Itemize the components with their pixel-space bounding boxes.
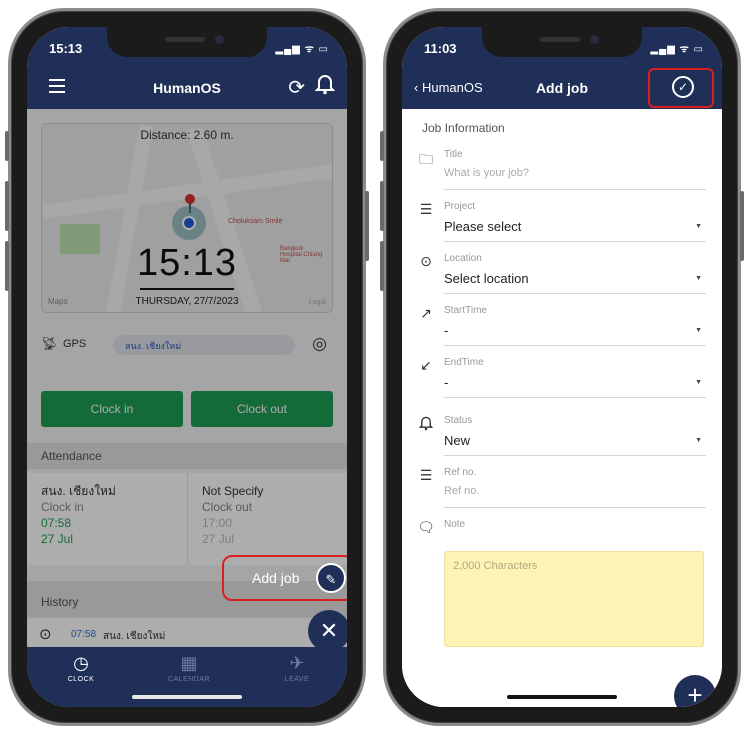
status-time: 11:03: [424, 41, 457, 56]
mute-switch: [5, 131, 9, 161]
notch: [107, 27, 267, 57]
add-job-button[interactable]: ✎: [316, 563, 346, 593]
home-indicator[interactable]: [132, 695, 242, 699]
field-label: StartTime: [444, 305, 487, 316]
field-label: Note: [444, 519, 466, 530]
refresh-icon[interactable]: ⟳: [288, 75, 305, 100]
field-label: Location: [444, 253, 482, 264]
tab-label: LEAVE: [284, 676, 310, 683]
project-select[interactable]: ☰ Project Please select ▼: [416, 201, 706, 245]
screen: 11:03 ▂▄▆ ᯤ ▭ ‹ HumanOS Add job ✓ Job In…: [402, 27, 722, 707]
add-job-form: Job Information 🗀︎ Title What is your jo…: [402, 109, 722, 707]
chevron-down-icon: ▼: [695, 327, 702, 334]
tab-clock[interactable]: ◷ CLOCK: [41, 653, 121, 683]
status-value: New: [444, 433, 471, 448]
arrow-down-left-icon: ↙: [420, 357, 432, 373]
field-label: Project: [444, 201, 476, 212]
volume-up-button: [380, 181, 384, 231]
status-indicators-icon: ▂▄▆ ᯤ ▭: [650, 44, 704, 55]
clock-icon: ◷: [73, 653, 89, 673]
chevron-down-icon: ▼: [695, 379, 702, 386]
tab-label: CLOCK: [67, 676, 95, 683]
tab-leave[interactable]: ✈ LEAVE: [257, 653, 337, 683]
section-title: Job Information: [422, 121, 505, 135]
tab-label: CALENDAR: [167, 676, 211, 683]
note-textarea[interactable]: 2,000 Characters: [444, 551, 704, 647]
status-time: 15:13: [49, 41, 83, 56]
power-button: [365, 191, 369, 261]
power-button: [740, 191, 744, 261]
list-icon: ☰: [419, 201, 433, 217]
project-value: Please select: [444, 219, 522, 234]
dim-overlay[interactable]: [27, 109, 347, 707]
location-value: Select location: [444, 271, 529, 286]
arrow-up-right-icon: ↗: [420, 305, 432, 321]
close-fab-button[interactable]: ✕: [308, 610, 347, 652]
bell-icon: [416, 415, 436, 434]
start-time-select[interactable]: ↗ StartTime - ▼: [416, 305, 706, 349]
field-label: EndTime: [444, 357, 484, 368]
chevron-down-icon: ▼: [695, 275, 702, 282]
tab-calendar[interactable]: ▦ CALENDAR: [149, 653, 229, 683]
bell-icon[interactable]: [314, 73, 336, 100]
field-label: Ref no.: [444, 467, 477, 478]
chevron-down-icon: ▼: [695, 223, 702, 230]
phone-left: 15:13 ▂▄▆ ᯤ ▭ HumanOS ⟳ Distance: 2.60 m…: [5, 8, 369, 726]
check-circle-icon[interactable]: ✓: [672, 76, 694, 98]
add-job-label[interactable]: Add job: [252, 570, 299, 586]
list-icon: ☰: [419, 467, 433, 483]
title-input[interactable]: What is your job?: [444, 167, 529, 179]
end-time-select[interactable]: ↙ EndTime - ▼: [416, 357, 706, 401]
location-select[interactable]: ⊙ Location Select location ▼: [416, 253, 706, 297]
start-time-value: -: [444, 323, 449, 338]
field-label: Title: [444, 149, 463, 160]
status-select[interactable]: Status New ▼: [416, 415, 706, 459]
volume-up-button: [5, 181, 9, 231]
ref-no-field[interactable]: ☰ Ref no. Ref no.: [416, 467, 706, 511]
end-time-value: -: [444, 375, 449, 390]
ref-no-input[interactable]: Ref no.: [444, 485, 479, 497]
phone-right: 11:03 ▂▄▆ ᯤ ▭ ‹ HumanOS Add job ✓ Job In…: [380, 8, 744, 726]
field-label: Status: [444, 415, 473, 426]
add-job-highlight: Add job ✎: [222, 555, 347, 601]
location-pin-icon: ⊙: [420, 253, 432, 269]
note-icon: 🗨︎: [417, 519, 435, 535]
plane-icon: ✈: [289, 653, 305, 673]
folder-icon: 🗀︎: [419, 151, 433, 167]
notch: [482, 27, 642, 57]
volume-down-button: [5, 241, 9, 291]
calendar-icon: ▦: [180, 653, 198, 673]
chevron-down-icon: ▼: [695, 437, 702, 444]
mute-switch: [380, 131, 384, 161]
status-indicators-icon: ▂▄▆ ᯤ ▭: [275, 44, 329, 55]
note-label-row: 🗨︎ Note: [416, 519, 706, 539]
volume-down-button: [380, 241, 384, 291]
title-field[interactable]: 🗀︎ Title What is your job?: [416, 149, 706, 193]
screen: 15:13 ▂▄▆ ᯤ ▭ HumanOS ⟳ Distance: 2.60 m…: [27, 27, 347, 707]
home-indicator[interactable]: [507, 695, 617, 699]
